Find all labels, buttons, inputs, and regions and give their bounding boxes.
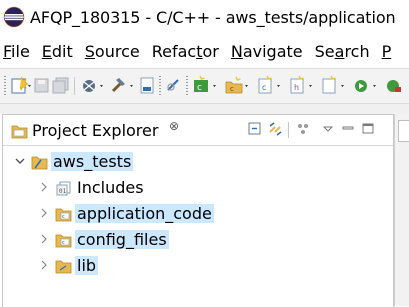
editor-tab-edge[interactable] [398,120,409,142]
project-explorer-panel: Project Explorer ⊗ aws_tests 01 Includes… [2,114,394,307]
menu-file[interactable]: File [3,42,30,61]
svg-text:c: c [197,83,202,93]
tree-item-application-code[interactable]: c application_code [3,201,393,227]
link-with-editor-icon[interactable] [267,120,285,142]
tree-item-config-files[interactable]: c config_files [3,227,393,253]
source-folder-icon: c [55,232,73,252]
menu-navigate[interactable]: Navigate [231,42,303,61]
menu-source[interactable]: Source [85,42,140,61]
chevron-down-icon[interactable] [15,154,25,172]
close-icon[interactable]: ⊗ [169,119,179,133]
filter-icon[interactable] [295,120,311,142]
view-menu-icon[interactable] [321,120,335,142]
run-icon[interactable] [352,75,382,97]
new-icon[interactable] [10,75,34,97]
tree-item-lib[interactable]: lib [3,253,393,279]
svg-text:01: 01 [59,188,67,195]
svg-text:c: c [62,240,65,246]
toolbar-separator [74,77,75,95]
tree-item-aws-tests[interactable]: aws_tests [3,149,393,175]
new-header-icon[interactable]: h [288,75,318,97]
save-icon[interactable] [34,75,50,97]
tree-item-label: aws_tests [51,152,134,171]
toolbar-gutter [0,104,409,114]
window-title: AFQP_180315 - C/C++ - aws_tests/applicat… [30,7,396,27]
eclipse-icon [3,6,25,28]
search-icon[interactable] [165,75,183,97]
folder-icon [55,258,73,278]
minimize-icon[interactable] [341,120,355,142]
new-file-icon[interactable]: c [256,75,286,97]
header-separator [288,122,289,138]
chevron-right-icon[interactable] [39,258,49,276]
build-icon[interactable] [110,75,138,97]
tree-item-label: Includes [77,178,144,197]
editor-area-edge [394,114,409,306]
source-folder-icon: c [55,206,73,226]
tree-item-label: lib [75,256,99,275]
tree-item-label: config_files [75,230,169,249]
new-folder-icon[interactable]: c [224,75,254,97]
project-explorer-header: Project Explorer ⊗ [3,115,393,146]
debug-icon[interactable] [80,75,108,97]
menu-refactor[interactable]: Refactor [152,42,219,61]
includes-icon: 01 [55,180,73,200]
svg-text:c: c [262,83,266,92]
collapse-all-icon[interactable] [247,120,263,142]
menu-search[interactable]: Search [315,42,370,61]
main-toolbar: c c c h [0,68,409,104]
menu-bar: File Edit Source Refactor Navigate Searc… [0,36,409,66]
svg-text:h: h [294,83,299,92]
menu-edit[interactable]: Edit [42,42,73,61]
binary-icon[interactable] [140,75,156,97]
toolbar-grip[interactable] [159,76,161,96]
tree-item-label: application_code [75,204,214,223]
svg-text:c: c [230,85,234,93]
project-explorer-tab[interactable]: Project Explorer [32,121,158,140]
chevron-right-icon[interactable] [39,206,49,224]
project-explorer-icon [11,123,29,143]
chevron-right-icon[interactable] [39,180,49,198]
menu-project[interactable]: P [382,42,392,61]
new-source-file-icon[interactable] [320,75,350,97]
title-bar: AFQP_180315 - C/C++ - aws_tests/applicat… [0,0,409,34]
chevron-right-icon[interactable] [39,232,49,250]
toolbar-grip[interactable] [186,76,188,96]
tree-item-includes[interactable]: 01 Includes [3,175,393,201]
project-folder-icon [31,154,49,174]
external-tools-icon[interactable] [384,75,408,97]
toolbar-grip[interactable] [4,76,6,96]
new-class-icon[interactable]: c [192,75,222,97]
maximize-icon[interactable] [361,120,375,142]
svg-text:c: c [62,214,65,220]
save-all-icon[interactable] [52,75,70,97]
